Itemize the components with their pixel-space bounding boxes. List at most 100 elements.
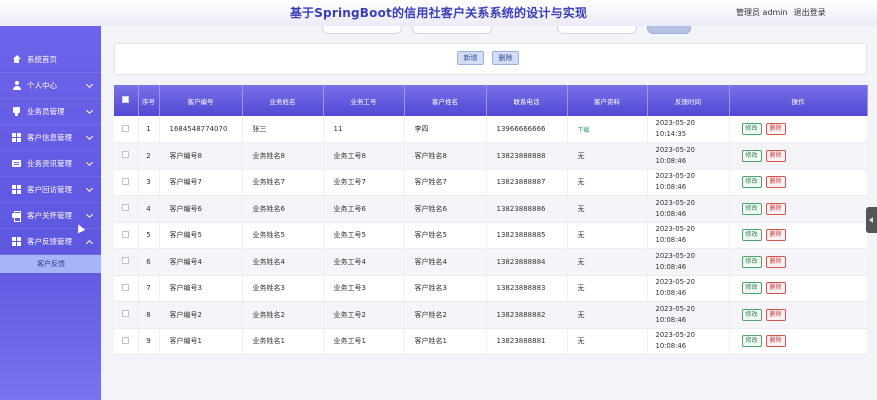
sidebar-item-home[interactable]: 系统首页: [0, 47, 101, 73]
row-actions: 修改 删除: [729, 275, 868, 302]
submenu-item-feedback[interactable]: 客户反馈: [0, 255, 101, 273]
delete-button[interactable]: 删除: [765, 255, 786, 268]
customer-file-cell: 无: [567, 195, 648, 223]
edit-button[interactable]: 修改: [741, 308, 762, 321]
data-table: 序号 客户编号 业务姓名 业务工号 客户姓名 联系电话 客户资料 反馈时间 操作…: [114, 85, 868, 355]
customer-name: 客户姓名5: [404, 222, 487, 249]
customer-name: 李四: [404, 116, 487, 143]
staff-name: 业务姓名7: [242, 169, 324, 196]
row-actions: 修改 删除: [729, 301, 868, 329]
row-checkbox[interactable]: [114, 169, 139, 196]
customer-file-cell: 无: [567, 275, 648, 302]
staff-id: 业务工号7: [323, 169, 405, 196]
customer-number: 客户编号2: [159, 301, 243, 329]
sidebar-item-customer-info[interactable]: 客户信息管理: [0, 125, 101, 151]
edit-button[interactable]: 修改: [741, 282, 762, 295]
row-checkbox[interactable]: [114, 222, 139, 249]
staff-id: 业务工号4: [323, 248, 405, 276]
badge-icon: [12, 107, 21, 116]
sidebar-item-profile[interactable]: 个人中心: [0, 73, 101, 99]
staff-name: 张三: [242, 116, 324, 143]
delete-button[interactable]: 删除: [765, 335, 786, 348]
edit-button[interactable]: 修改: [741, 123, 762, 135]
select-all-checkbox[interactable]: [114, 85, 139, 116]
feedback-time: 2023-05-20 10:08:46: [647, 301, 730, 329]
row-checkbox[interactable]: [114, 328, 139, 355]
sidebar-item-label: 客户反馈管理: [27, 237, 72, 246]
side-scroll-handle[interactable]: [866, 207, 877, 233]
staff-name: 业务姓名1: [242, 328, 324, 355]
feedback-time: 2023-05-20 10:08:46: [647, 195, 730, 223]
staff-name: 业务姓名6: [242, 195, 324, 223]
search-field[interactable]: [322, 26, 402, 34]
sidebar-item-care[interactable]: 客户关怀管理: [0, 203, 101, 229]
download-link[interactable]: 下载: [578, 127, 590, 134]
delete-button[interactable]: 删除: [765, 229, 786, 242]
chevron-down-icon: [85, 184, 94, 193]
feedback-time: 2023-05-20 10:08:46: [647, 142, 730, 170]
row-index: 5: [138, 222, 160, 249]
row-index: 9: [138, 328, 160, 355]
feedback-time: 2023-05-20 10:14:35: [647, 116, 730, 143]
user-icon: [12, 81, 21, 90]
customer-name: 客户姓名6: [404, 195, 487, 223]
row-checkbox[interactable]: [114, 142, 139, 170]
customer-name: 客户姓名4: [404, 248, 487, 276]
delete-button[interactable]: 删除: [765, 149, 786, 162]
delete-button[interactable]: 删除: [765, 176, 786, 189]
row-checkbox[interactable]: [114, 275, 139, 302]
delete-button[interactable]: 删除: [765, 202, 786, 215]
customer-file-cell: 无: [567, 328, 648, 355]
delete-button[interactable]: 删除: [765, 282, 786, 295]
search-button[interactable]: [647, 26, 691, 34]
printer-icon: [12, 211, 21, 222]
delete-button[interactable]: 删除: [765, 308, 786, 321]
row-index: 4: [138, 195, 160, 223]
row-actions: 修改 删除: [729, 195, 868, 223]
table-row: 5 客户编号5 业务姓名5 业务工号5 客户姓名5 13823888885 无 2023-05…: [114, 222, 868, 249]
staff-id: 11: [323, 116, 405, 143]
edit-button[interactable]: 修改: [741, 255, 762, 268]
batch-delete-button[interactable]: 删除: [492, 51, 519, 65]
chevron-up-icon: [85, 239, 94, 248]
sidebar-item-feedback[interactable]: 客户反馈管理: [0, 229, 101, 255]
edit-button[interactable]: 修改: [741, 149, 762, 162]
edit-button[interactable]: 修改: [741, 229, 762, 242]
sidebar-item-staff[interactable]: 业务员管理: [0, 99, 101, 125]
row-checkbox[interactable]: [114, 195, 139, 223]
row-checkbox[interactable]: [114, 301, 139, 329]
phone-number: 13823888887: [486, 169, 568, 196]
add-button[interactable]: 新增: [457, 51, 484, 65]
feedback-time: 2023-05-20 10:08:46: [647, 328, 730, 355]
staff-name: 业务姓名2: [242, 301, 324, 329]
edit-button[interactable]: 修改: [741, 202, 762, 215]
sidebar-item-label: 个人中心: [27, 81, 57, 90]
customer-file-cell: 无: [567, 142, 648, 170]
search-field[interactable]: [412, 26, 492, 34]
sidebar: 系统首页 个人中心 业务员管理 客户信息管理 业务资讯管理 客户回访管理 客户关…: [0, 26, 101, 400]
row-checkbox[interactable]: [114, 116, 139, 143]
sidebar-item-label: 客户回访管理: [27, 185, 72, 194]
column-header: 业务姓名: [242, 85, 324, 116]
search-field[interactable]: [557, 26, 637, 34]
phone-number: 13823888881: [486, 328, 568, 355]
home-icon: [12, 55, 21, 64]
customer-file-cell: 下载: [567, 116, 648, 143]
sidebar-item-revisit[interactable]: 客户回访管理: [0, 177, 101, 203]
staff-id: 业务工号5: [323, 222, 405, 249]
row-index: 6: [138, 248, 160, 276]
edit-button[interactable]: 修改: [741, 335, 762, 348]
user-area: 管理员 admin 退出登录: [736, 7, 832, 18]
row-index: 2: [138, 142, 160, 170]
delete-button[interactable]: 删除: [765, 123, 786, 135]
customer-name: 客户姓名3: [404, 275, 487, 302]
sidebar-item-news[interactable]: 业务资讯管理: [0, 151, 101, 177]
sidebar-item-label: 系统首页: [27, 55, 57, 64]
row-checkbox[interactable]: [114, 248, 139, 276]
sidebar-item-label: 业务资讯管理: [27, 159, 72, 168]
customer-name: 客户姓名7: [404, 169, 487, 196]
customer-file-cell: 无: [567, 301, 648, 329]
edit-button[interactable]: 修改: [741, 176, 762, 189]
staff-id: 业务工号1: [323, 328, 405, 355]
logout-link[interactable]: 退出登录: [794, 8, 826, 17]
